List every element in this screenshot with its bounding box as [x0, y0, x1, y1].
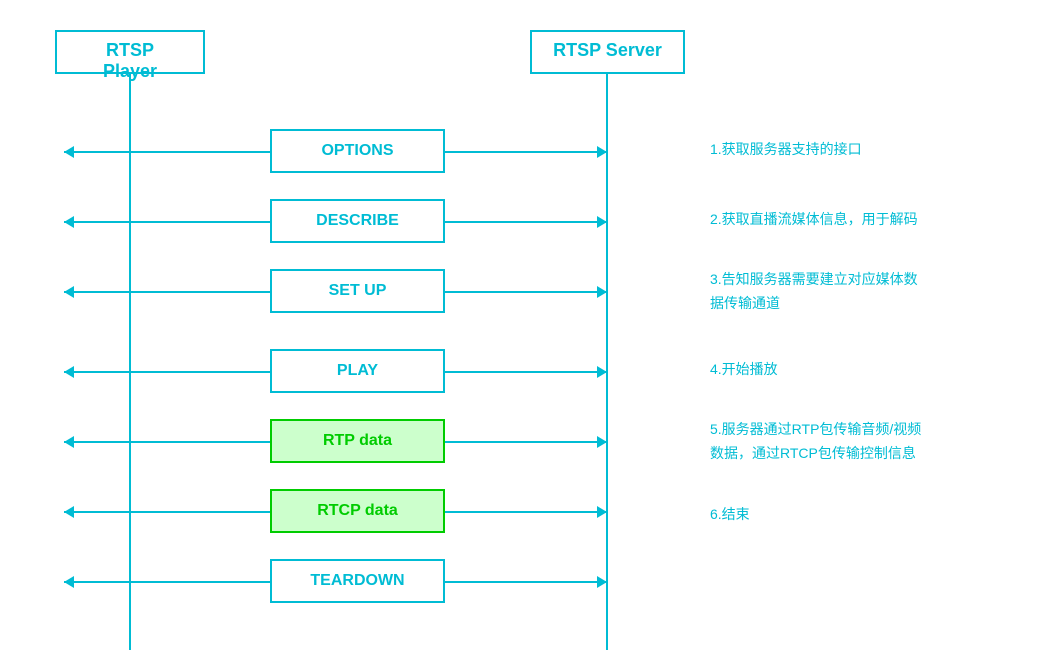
msg-box-play: PLAY — [270, 349, 445, 393]
msg-box-teardown: TEARDOWN — [270, 559, 445, 603]
msg-box-describe: DESCRIBE — [270, 199, 445, 243]
actor-server-label: RTSP Server — [553, 40, 662, 60]
desc-setup: 3.告知服务器需要建立对应媒体数据传输通道 — [710, 268, 1020, 316]
lifeline-server — [606, 74, 608, 650]
actor-player: RTSP Player — [55, 30, 205, 74]
desc-rtcp: 6.结束 — [710, 503, 1030, 525]
desc-describe: 2.获取直播流媒体信息，用于解码 — [710, 208, 1030, 230]
desc-play: 4.开始播放 — [710, 358, 1030, 380]
msg-box-options: OPTIONS — [270, 129, 445, 173]
desc-rtp: 5.服务器通过RTP包传输音频/视频数据，通过RTCP包传输控制信息 — [710, 418, 1030, 466]
diagram: RTSP Player RTSP Server OPTIONS DESCRIBE… — [0, 0, 1060, 650]
actor-server: RTSP Server — [530, 30, 685, 74]
lifeline-player — [129, 74, 131, 650]
msg-box-rtp: RTP data — [270, 419, 445, 463]
msg-box-rtcp: RTCP data — [270, 489, 445, 533]
msg-box-setup: SET UP — [270, 269, 445, 313]
desc-options: 1.获取服务器支持的接口 — [710, 138, 1030, 160]
